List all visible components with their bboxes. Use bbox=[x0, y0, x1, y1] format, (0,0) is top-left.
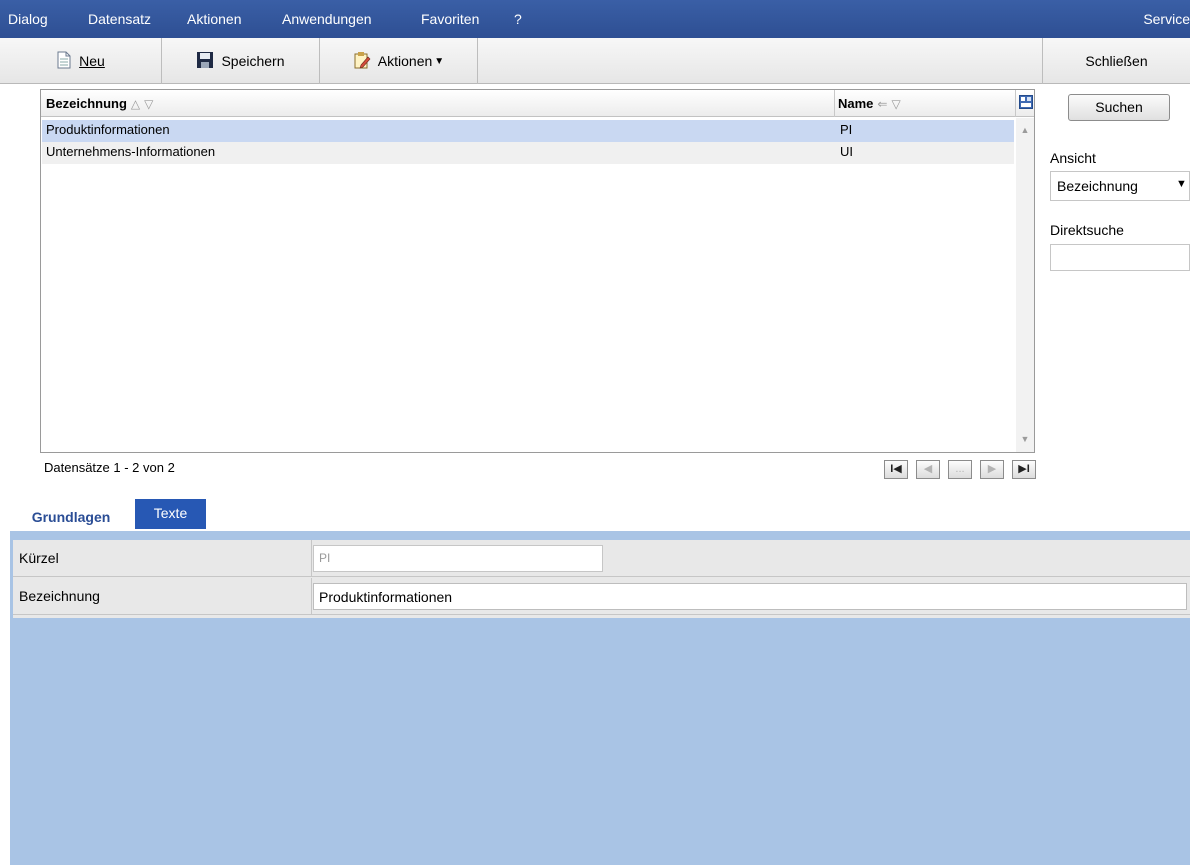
scroll-down-icon[interactable]: ▼ bbox=[1019, 433, 1031, 445]
bezeichnung-label: Bezeichnung bbox=[19, 588, 100, 604]
actions-button-label: Aktionen bbox=[377, 53, 433, 69]
cell-bezeichnung: Unternehmens-Informationen bbox=[46, 144, 216, 159]
close-button-label: Schließen bbox=[1085, 53, 1148, 69]
view-select[interactable]: Bezeichnung ▼ bbox=[1050, 171, 1190, 201]
form-divider bbox=[311, 540, 312, 577]
kuerzel-field[interactable]: PI bbox=[313, 545, 603, 572]
floppy-disk-icon bbox=[196, 51, 214, 72]
tab-texte[interactable]: Texte bbox=[135, 499, 206, 529]
save-button[interactable]: Speichern bbox=[162, 38, 320, 84]
menu-favoriten[interactable]: Favoriten bbox=[421, 11, 479, 27]
form-row-kuerzel: Kürzel PI bbox=[13, 540, 1190, 577]
dropdown-arrow-icon: ▼ bbox=[434, 55, 445, 67]
view-label: Ansicht bbox=[1050, 150, 1096, 166]
filter-icon[interactable]: ▽ bbox=[144, 97, 153, 111]
bezeichnung-field[interactable]: Produktinformationen bbox=[313, 583, 1187, 610]
menu-datensatz[interactable]: Datensatz bbox=[88, 11, 151, 27]
tab-grundlagen[interactable]: Grundlagen bbox=[10, 503, 132, 531]
menu-anwendungen[interactable]: Anwendungen bbox=[282, 11, 372, 27]
cell-bezeichnung: Produktinformationen bbox=[46, 122, 170, 137]
filter-icon[interactable]: ▽ bbox=[891, 97, 900, 111]
records-grid: Bezeichnung △ ▽ Name ⇐ ▽ Produktinformat… bbox=[40, 89, 1035, 453]
toolbar: Neu Speichern Aktionen ▼ Schließen bbox=[0, 38, 1190, 84]
more-pages-button[interactable]: ... bbox=[948, 460, 972, 479]
column-header-name[interactable]: Name ⇐ ▽ bbox=[838, 90, 901, 117]
menu-dialog[interactable]: Dialog bbox=[8, 11, 48, 27]
chevron-down-icon[interactable]: ▼ bbox=[1176, 178, 1187, 190]
menu-service[interactable]: Service bbox=[1143, 11, 1190, 27]
menu-aktionen[interactable]: Aktionen bbox=[187, 11, 241, 27]
search-button-label: Suchen bbox=[1095, 99, 1143, 115]
form-row-bezeichnung: Bezeichnung Produktinformationen bbox=[13, 578, 1190, 615]
vertical-scrollbar[interactable]: ▲ ▼ bbox=[1016, 118, 1034, 452]
actions-button[interactable]: Aktionen ▼ bbox=[320, 38, 478, 84]
column-header-label: Bezeichnung bbox=[46, 96, 127, 111]
column-header-bezeichnung[interactable]: Bezeichnung △ ▽ bbox=[46, 90, 153, 117]
last-page-button[interactable]: ▶I bbox=[1012, 460, 1036, 479]
table-row[interactable]: Unternehmens-Informationen UI bbox=[42, 142, 1014, 164]
column-divider bbox=[834, 90, 835, 117]
document-icon bbox=[56, 51, 72, 72]
direct-search-input[interactable] bbox=[1050, 244, 1190, 271]
search-button[interactable]: Suchen bbox=[1068, 94, 1170, 121]
cell-name: UI bbox=[840, 144, 853, 159]
previous-page-button[interactable]: ◀ bbox=[916, 460, 940, 479]
save-button-label: Speichern bbox=[221, 53, 285, 69]
view-select-value: Bezeichnung bbox=[1057, 178, 1138, 194]
menu-bar: Dialog Datensatz Aktionen Anwendungen Fa… bbox=[0, 0, 1190, 38]
next-page-button[interactable]: ▶ bbox=[980, 460, 1004, 479]
grid-header: Bezeichnung △ ▽ Name ⇐ ▽ bbox=[41, 90, 1034, 117]
new-button-label: Neu bbox=[79, 53, 105, 69]
cell-name: PI bbox=[840, 122, 853, 137]
new-button[interactable]: Neu bbox=[0, 38, 162, 84]
record-count: Datensätze 1 - 2 von 2 bbox=[44, 460, 175, 475]
column-chooser-icon[interactable] bbox=[1019, 95, 1033, 109]
column-divider bbox=[1015, 90, 1016, 117]
scroll-up-icon[interactable]: ▲ bbox=[1019, 124, 1031, 136]
kuerzel-label: Kürzel bbox=[19, 550, 59, 566]
column-header-label: Name bbox=[838, 96, 874, 111]
menu-help[interactable]: ? bbox=[514, 11, 522, 27]
sort-ascending-icon[interactable]: △ bbox=[131, 97, 140, 111]
detail-form: Kürzel PI Bezeichnung Produktinformation… bbox=[13, 540, 1190, 618]
close-button[interactable]: Schließen bbox=[1042, 38, 1190, 84]
table-row[interactable]: Produktinformationen PI bbox=[42, 120, 1014, 142]
form-divider bbox=[311, 578, 312, 615]
sort-icon[interactable]: ⇐ bbox=[877, 97, 887, 111]
first-page-button[interactable]: I◀ bbox=[884, 460, 908, 479]
clipboard-edit-icon bbox=[353, 51, 371, 72]
direct-search-label: Direktsuche bbox=[1050, 222, 1124, 238]
